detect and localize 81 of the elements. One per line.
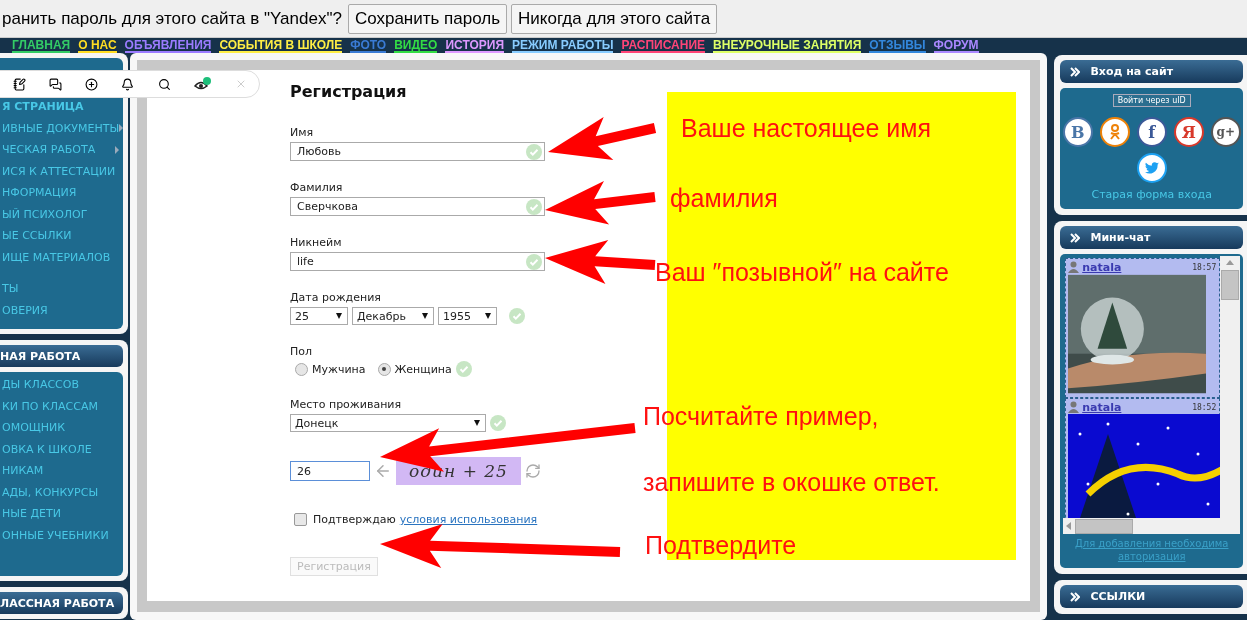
sidebar-panel-header: ЛАССНАЯ РАБОТА xyxy=(0,592,123,614)
sidebar-panel-header: НАЯ РАБОТА xyxy=(0,345,123,367)
captcha-answer-field[interactable]: 26 xyxy=(290,461,370,481)
day-select[interactable]: 25 xyxy=(290,307,348,325)
text-field[interactable]: Сверчкова xyxy=(290,197,545,216)
sidebar-menu-item[interactable]: ОВКА К ШКОЛЕ xyxy=(2,438,121,460)
sidebar-menu-item[interactable]: ЧЕСКАЯ РАБОТА xyxy=(2,139,121,161)
eye-icon[interactable] xyxy=(194,77,213,91)
sidebar-menu-item[interactable]: ИСЯ К АТТЕСТАЦИИ xyxy=(2,160,121,182)
sidebar-menu-item[interactable]: ОВЕРИЯ xyxy=(2,299,121,321)
sidebar-menu-item[interactable]: НФОРМАЦИЯ xyxy=(2,182,121,204)
check-icon xyxy=(526,253,542,270)
field-label: Место проживания xyxy=(290,399,403,411)
sidebar-menu-item[interactable]: ОННЫЕ УЧЕБНИКИ xyxy=(2,524,121,546)
social-login-icon[interactable]: f xyxy=(1136,117,1167,147)
twitter-icon[interactable] xyxy=(1136,153,1167,183)
check-icon xyxy=(455,361,472,377)
text-field[interactable]: life xyxy=(290,252,545,271)
text-field[interactable]: Любовь xyxy=(290,142,545,161)
annotation-text: фамилия xyxy=(670,184,778,213)
chat-time: 18:52 xyxy=(1192,402,1218,412)
year-select[interactable]: 1955 xyxy=(438,307,497,325)
chat-author[interactable]: natala xyxy=(1082,400,1122,414)
sidebar-menu-item[interactable]: ЫЙ ПСИХОЛОГ xyxy=(2,203,121,225)
chat-author[interactable]: natala xyxy=(1082,260,1122,274)
search-icon[interactable] xyxy=(157,77,171,91)
check-icon xyxy=(526,198,542,215)
save-password-prompt: ранить пароль для этого сайта в "Yandex"? xyxy=(2,8,342,29)
chevron-icon xyxy=(1070,232,1081,243)
note-icon[interactable] xyxy=(12,77,26,91)
sidebar-menu-item[interactable]: АДЫ, КОНКУРСЫ xyxy=(2,481,121,503)
chevron-icon xyxy=(1070,591,1081,602)
uid-login-button[interactable]: Войти через uID xyxy=(1112,94,1191,107)
field-label: Имя xyxy=(290,127,315,139)
social-login-icon[interactable]: Я xyxy=(1173,117,1204,147)
chat-time: 18:57 xyxy=(1192,262,1218,272)
radio-button[interactable] xyxy=(377,362,391,376)
sidebar-menu-item[interactable]: НИКАМ xyxy=(2,460,121,482)
annotation-text: Ваше настоящее имя xyxy=(681,114,932,143)
checkbox[interactable] xyxy=(294,513,307,526)
form-title: Регистрация xyxy=(290,82,407,102)
field-label: Фамилия xyxy=(290,182,344,194)
radio-label: Мужчина xyxy=(312,362,366,376)
radio-label: Женщина xyxy=(394,362,452,376)
scrollbar-thumb[interactable] xyxy=(1221,270,1240,300)
field-label: Пол xyxy=(290,346,314,358)
user-icon xyxy=(1068,401,1080,413)
odnoklassniki-icon[interactable] xyxy=(1099,117,1130,147)
field-label: Дата рождения xyxy=(290,292,382,304)
sidebar-menu-item[interactable]: НЫЕ ДЕТИ xyxy=(2,503,121,525)
field-label: Никнейм xyxy=(290,237,343,249)
sidebar-menu-item[interactable]: ЫЕ ССЫЛКИ xyxy=(2,225,121,247)
check-icon xyxy=(490,415,506,431)
sidebar-menu-item[interactable]: ИЩЕ МАТЕРИАЛОВ xyxy=(2,246,121,268)
sidebar-menu-item[interactable]: ДЫ КЛАССОВ xyxy=(2,374,121,396)
sidebar-menu-item[interactable]: Я СТРАНИЦА xyxy=(2,96,121,118)
password-bar-button[interactable]: Сохранить пароль xyxy=(347,3,508,34)
social-login-icon[interactable]: В xyxy=(1062,117,1093,147)
sidebar-menu-item[interactable]: ОМОЩНИК xyxy=(2,417,121,439)
user-icon xyxy=(1068,261,1080,273)
panel-title: Вход на сайт xyxy=(1090,65,1174,78)
password-bar-button[interactable]: Никогда для этого сайта xyxy=(511,3,718,34)
social-login-icon[interactable]: g+ xyxy=(1210,117,1241,147)
panel-title: ССЫЛКИ xyxy=(1090,590,1146,603)
month-select[interactable]: Декабрь xyxy=(352,307,434,325)
panel-title: Мини-чат xyxy=(1090,231,1151,244)
sidebar-menu-item[interactable]: ИВНЫЕ ДОКУМЕНТЫ xyxy=(2,117,121,139)
terms-link[interactable]: условия использования xyxy=(399,513,538,526)
old-login-link[interactable]: Старая форма входа xyxy=(1091,188,1212,201)
scrollbar-thumb[interactable] xyxy=(1075,518,1134,534)
check-icon xyxy=(526,143,542,160)
radio-button[interactable] xyxy=(295,362,308,376)
bell-icon[interactable] xyxy=(121,77,135,91)
add-icon[interactable] xyxy=(85,77,99,91)
city-select[interactable]: Донецк xyxy=(290,414,486,432)
checkbox-label: Подтверждаю xyxy=(313,513,396,526)
chat-icon[interactable] xyxy=(48,77,62,91)
check-icon xyxy=(509,308,525,324)
sidebar-menu-item[interactable]: КИ ПО КЛАССАМ xyxy=(2,395,121,417)
sidebar-menu-item[interactable]: ТЫ xyxy=(2,278,121,300)
chevron-icon xyxy=(1070,66,1081,77)
